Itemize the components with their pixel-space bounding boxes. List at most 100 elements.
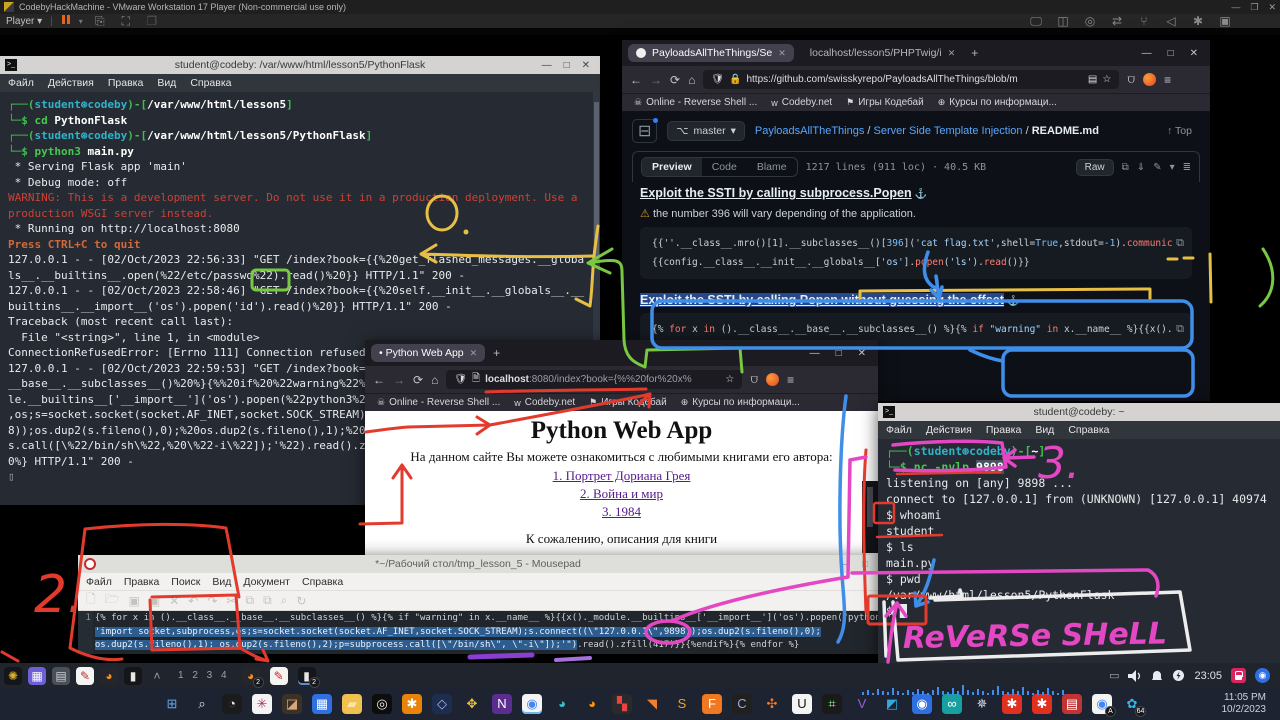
bookmark-item[interactable]: ⊕Курсы по информаци... [681, 397, 800, 408]
terminal1-close-button[interactable]: ✕ [582, 60, 590, 71]
notification-bell-icon[interactable] [1151, 670, 1163, 682]
vscode-icon[interactable]: ◩ [882, 694, 902, 714]
forward-button[interactable]: → [393, 373, 405, 387]
mousepad-tool-icon[interactable]: ✕ [169, 594, 179, 608]
start-button[interactable]: ⊞ [162, 694, 182, 714]
mousepad-minimize-button[interactable]: — [840, 559, 850, 570]
webapp-minimize-button[interactable]: — [810, 348, 820, 359]
speedtest-icon[interactable]: ◔ [222, 694, 242, 714]
file-explorer-icon[interactable]: ▰ [342, 694, 362, 714]
red-gear-icon[interactable]: ✱ [1002, 694, 1022, 714]
outline-icon[interactable]: ≣ [1183, 162, 1191, 173]
book-link[interactable]: 1. Портрет Дориана Грея [553, 468, 691, 483]
pause-vm-button[interactable] [61, 15, 71, 27]
chrome-a-icon[interactable]: ◉A [1092, 694, 1112, 714]
back-button[interactable]: ← [630, 73, 642, 87]
webapp-maximize-button[interactable]: □ [836, 348, 842, 359]
mousepad-editor[interactable]: 1 {% for x in ().__class__.__base__.__su… [78, 611, 878, 654]
fc-green-icon[interactable]: ⌗ [822, 694, 842, 714]
mousepad-tool-icon[interactable]: ✂ [226, 594, 236, 608]
reload-button[interactable]: ⟳ [670, 73, 680, 87]
f-app-icon[interactable]: F [702, 694, 722, 714]
panel-expand-icon[interactable]: ˄ [148, 667, 166, 685]
terminal-menu-item[interactable]: Действия [926, 424, 972, 436]
app-menu-icon[interactable]: ▦ [28, 667, 46, 685]
red-gear2-icon[interactable]: ✱ [1032, 694, 1052, 714]
chrome-icon[interactable]: ◉ [522, 694, 542, 714]
search-icon[interactable]: ⌕ [192, 694, 212, 714]
mousepad-menu-item[interactable]: Документ [243, 576, 290, 588]
home-button[interactable]: ⌂ [688, 73, 695, 87]
webapp-scrollbar[interactable] [862, 481, 878, 553]
mousepad-menu-item[interactable]: Справка [302, 576, 343, 588]
forward-button[interactable]: → [650, 73, 662, 87]
mousepad-tool-icon[interactable]: ↶ [188, 594, 198, 608]
camtasia-icon[interactable]: ∞ [942, 694, 962, 714]
unreal-icon[interactable]: U [792, 694, 812, 714]
player-menu[interactable]: Player ▾ [6, 16, 42, 27]
vmware-close-button[interactable]: ✕ [1268, 2, 1276, 13]
firefox-account-icon[interactable] [1143, 73, 1156, 86]
github-minimize-button[interactable]: — [1142, 48, 1152, 59]
tab-payloadsallthethings[interactable]: PayloadsAllTheThings/Se✕ [628, 44, 794, 62]
devtools-icon[interactable]: ▚ [612, 694, 632, 714]
mousepad-tool-icon[interactable]: ↻ [296, 594, 306, 608]
firefox-launcher-icon[interactable]: ◕ [100, 667, 118, 685]
bookmark-item[interactable]: ☠Online - Reverse Shell ... [377, 397, 500, 408]
tab-localhost-phptwig[interactable]: localhost/lesson5/PHPTwig/i✕ [802, 44, 963, 62]
mousepad-menu-item[interactable]: Поиск [171, 576, 200, 588]
edit-dropdown-icon[interactable]: ▾ [1170, 162, 1175, 173]
terminal1-maximize-button[interactable]: □ [564, 60, 570, 71]
tab-preview[interactable]: Preview [642, 158, 702, 176]
pause-dropdown[interactable]: ▾ [79, 17, 83, 26]
vmware-minimize-button[interactable]: — [1231, 2, 1240, 13]
windows-clock[interactable]: 11:05 PM 10/2/2023 [1222, 692, 1280, 716]
mousepad-tool-icon[interactable]: 🗁 [105, 590, 120, 611]
mousepad-maximize-button[interactable]: □ [862, 559, 868, 570]
mousepad-tool-icon[interactable]: ⧉ [245, 593, 254, 608]
terminal-task-icon[interactable]: ▮2 [298, 667, 316, 685]
bookmark-item[interactable]: wCodeby.net [514, 397, 575, 408]
terminal-menu-item[interactable]: Вид [1035, 424, 1054, 436]
menu-hamburger-icon[interactable]: ≡ [787, 373, 794, 387]
book-link[interactable]: 2. Война и мир [580, 486, 663, 501]
webapp-urlbar[interactable]: 🛡 🗎 localhost:8080/index?book={%%20for%2… [446, 370, 742, 389]
mousepad-tool-icon[interactable]: 🗋 [86, 590, 96, 611]
terminal-menu-item[interactable]: Правка [108, 77, 143, 89]
file-manager-icon[interactable]: ▤ [52, 667, 70, 685]
slack-icon[interactable]: ✳ [252, 694, 272, 714]
terminal-menu-item[interactable]: Правка [986, 424, 1021, 436]
mousepad-titlebar[interactable]: *~/Рабочий стол/tmp_lesson_5 - Mousepad … [78, 555, 878, 573]
terminal-menu-item[interactable]: Справка [190, 77, 231, 89]
scroll-top-link[interactable]: ↑ Top [1167, 125, 1200, 137]
breadcrumb-folder-link[interactable]: Server Side Template Injection [874, 125, 1023, 137]
screen-lock-icon[interactable] [1231, 668, 1246, 683]
xfce-clock[interactable]: 23:05 [1194, 670, 1222, 682]
blender-icon[interactable]: ✣ [762, 694, 782, 714]
heading-subprocess-popen[interactable]: Exploit the SSTI by calling subprocess.P… [640, 186, 912, 200]
session-tray-icon[interactable]: ◉ [1255, 668, 1270, 683]
tab-close-icon[interactable]: ✕ [470, 348, 478, 359]
white-star-icon[interactable]: ✵ [972, 694, 992, 714]
firefox-task-icon[interactable]: ◕2 [242, 667, 260, 685]
bookmark-item[interactable]: ⚑Игры Кодебай [589, 397, 667, 408]
terminal-launcher-icon[interactable]: ▮ [124, 667, 142, 685]
new-tab-button[interactable]: + [971, 46, 978, 60]
mousepad-tool-icon[interactable]: ▣ [149, 594, 160, 608]
photos-icon[interactable]: ◪ [282, 694, 302, 714]
printer-icon[interactable]: ▤ [1062, 694, 1082, 714]
pocket-icon[interactable]: ⩌ [750, 372, 758, 387]
copy-code-icon[interactable]: ⧉ [1176, 233, 1184, 252]
vmware-maximize-button[interactable]: ❐ [1250, 2, 1258, 13]
visual-studio-icon[interactable]: V [852, 694, 872, 714]
mousepad-menu-item[interactable]: Правка [124, 576, 159, 588]
edge-icon[interactable]: ◕ [552, 694, 572, 714]
pocket-icon[interactable]: ⩌ [1127, 72, 1135, 87]
cinema4d-icon[interactable]: C [732, 694, 752, 714]
code-block-1[interactable]: {{''.__class__.mro()[1].__subclasses__()… [640, 227, 1192, 279]
breadcrumb-repo-link[interactable]: PayloadsAllTheThings [755, 125, 864, 137]
copy-raw-icon[interactable]: ⧉ [1122, 162, 1129, 173]
firefox-account-icon[interactable] [766, 373, 779, 386]
terminal1-titlebar[interactable]: >_ student@codeby: /var/www/html/lesson5… [0, 56, 600, 74]
terminal-menu-item[interactable]: Файл [8, 77, 34, 89]
